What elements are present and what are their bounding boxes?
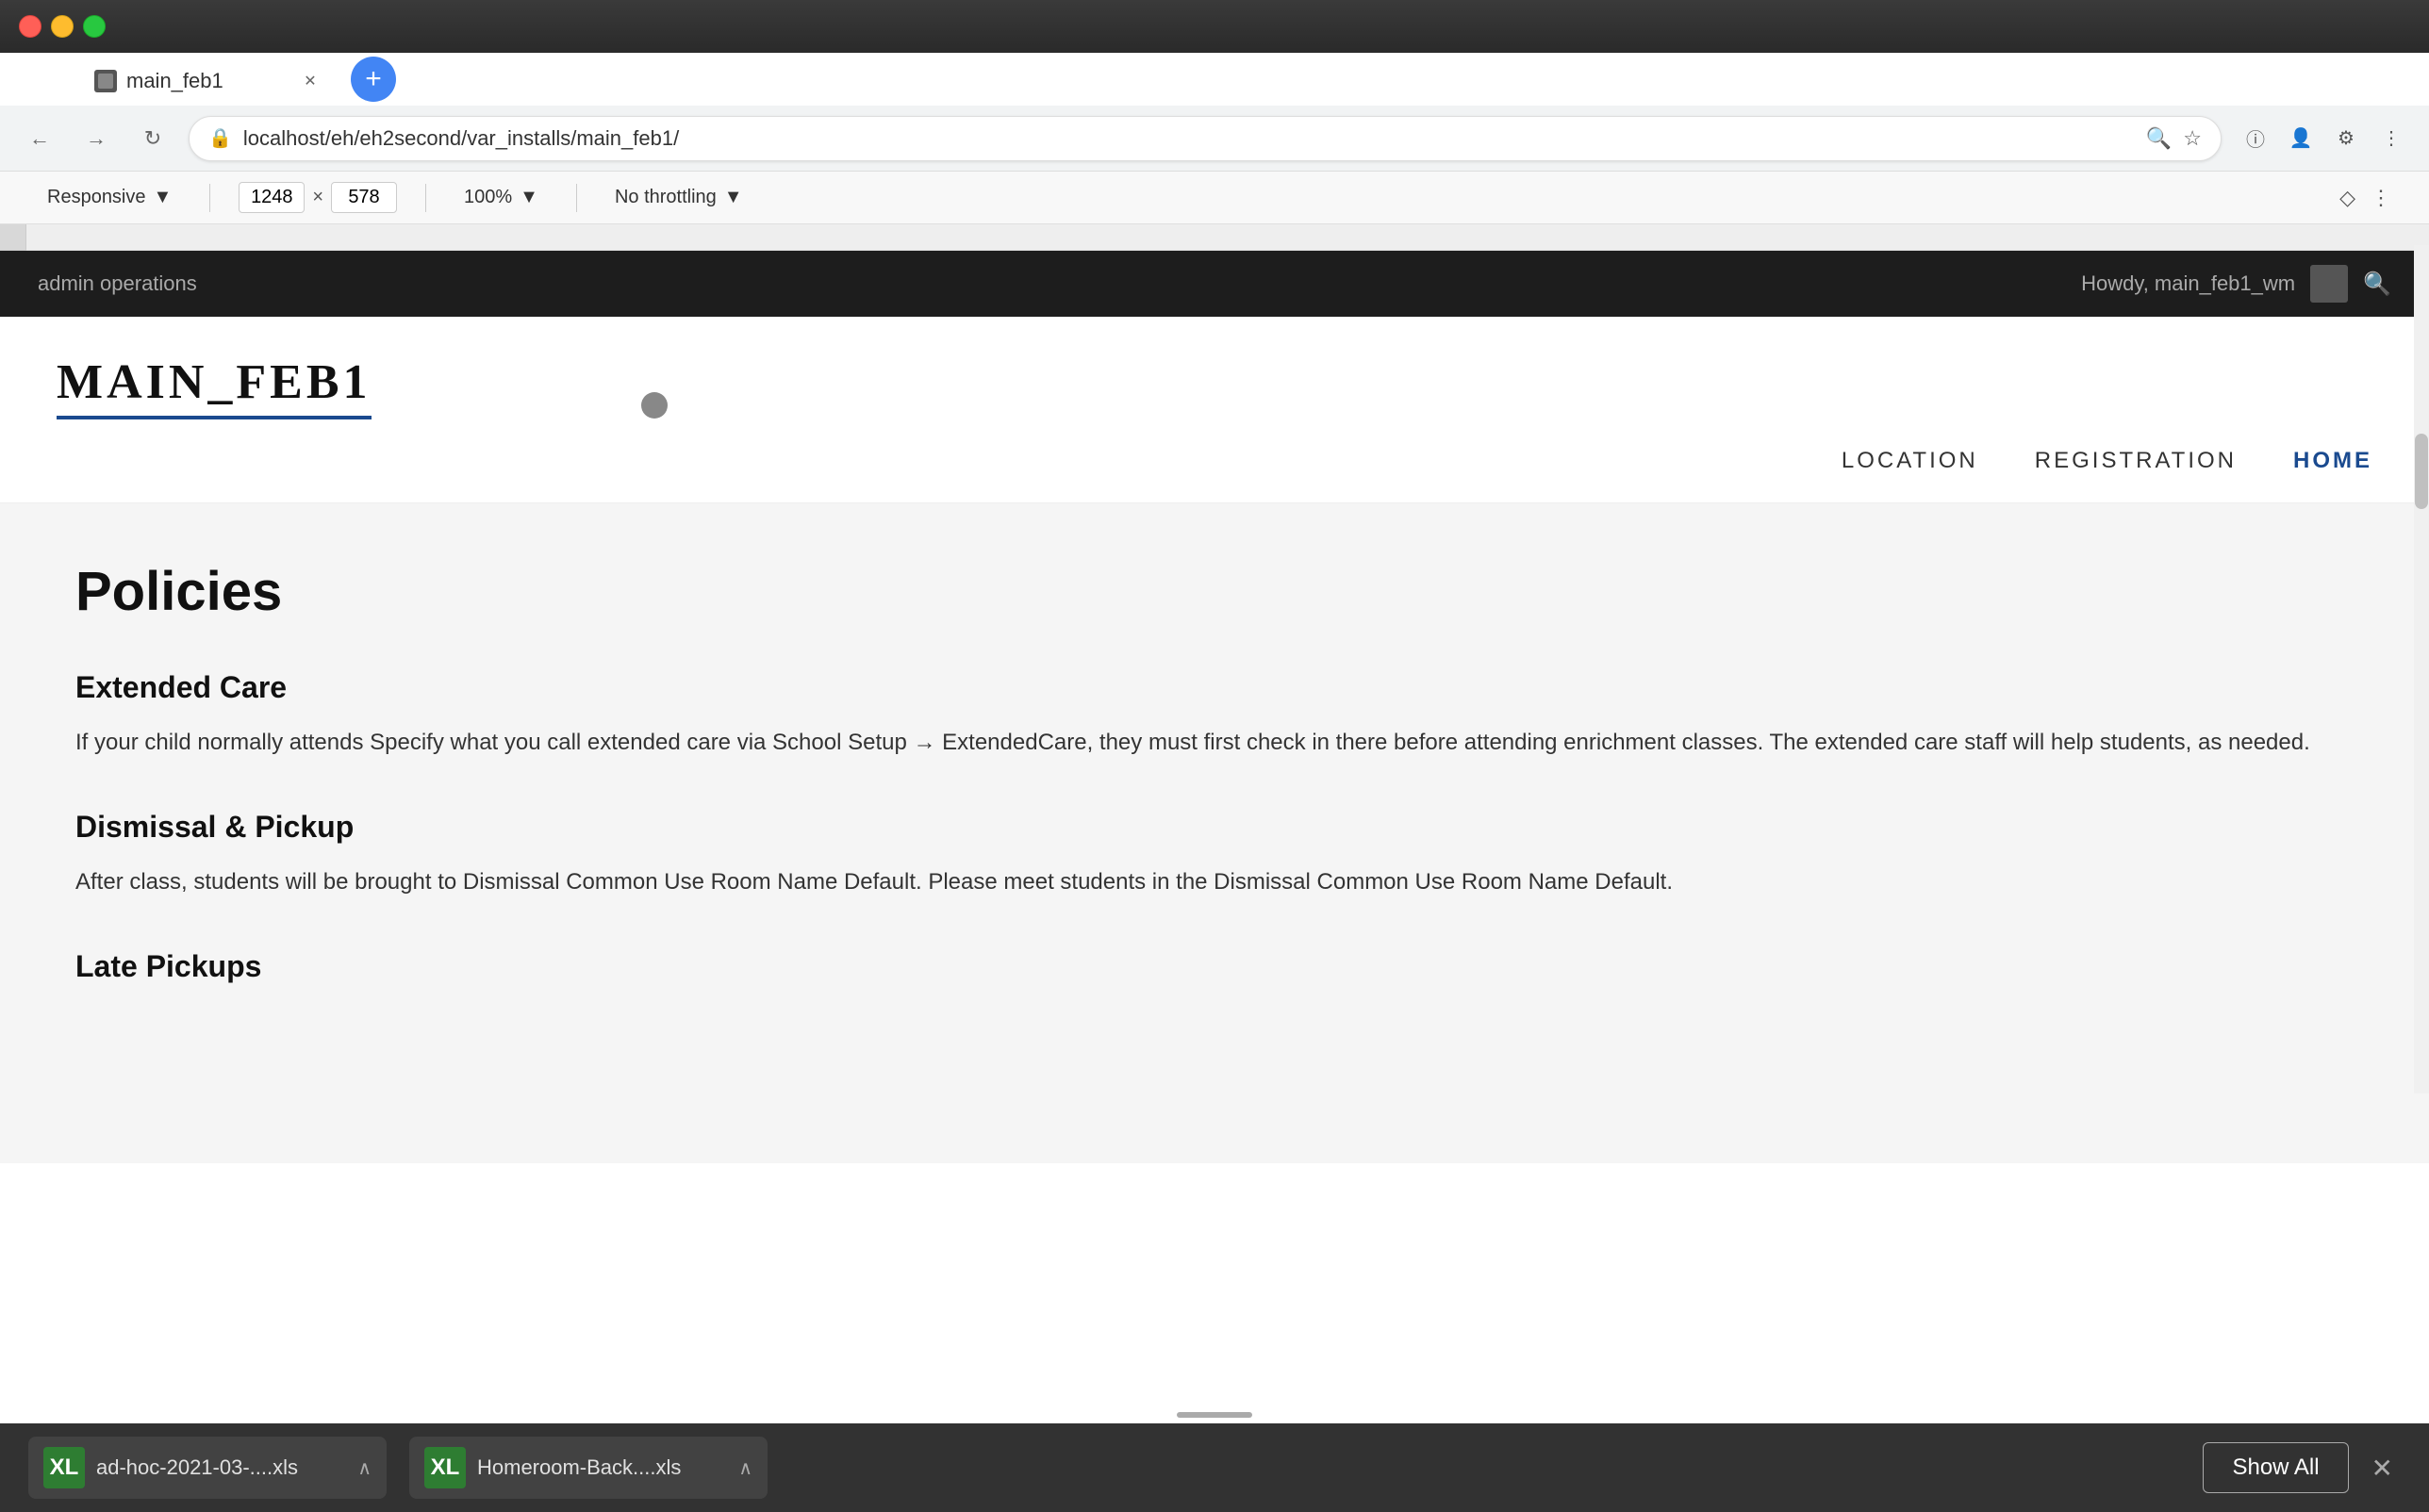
nav-home[interactable]: HOME <box>2293 448 2372 474</box>
zoom-dropdown-icon: ▼ <box>520 187 538 208</box>
download-icon-2: XL <box>424 1447 466 1488</box>
admin-bar: admin operations Howdy, main_feb1_wm 🔍 <box>0 251 2429 317</box>
zoom-label: 100% <box>464 187 512 208</box>
ruler-area <box>0 224 2429 251</box>
header-dot <box>641 392 668 419</box>
zoom-selector[interactable]: 100% ▼ <box>454 181 548 214</box>
browser-toolbar: ⓘ 👤 ⚙ ⋮ <box>2237 120 2410 157</box>
site-header: MAIN_FEB1 LOCATION REGISTRATION HOME <box>0 317 2429 503</box>
download-item-2[interactable]: XL Homeroom-Back....xls ∧ <box>409 1437 768 1499</box>
viewport-mode-selector[interactable]: Responsive ▼ <box>38 181 181 214</box>
download-icon-1: XL <box>43 1447 85 1488</box>
viewport-dropdown-icon: ▼ <box>154 187 173 208</box>
admin-avatar[interactable] <box>2310 265 2348 303</box>
close-downloads-button[interactable]: ✕ <box>2364 1445 2401 1491</box>
bottom-bar-right: Show All ✕ <box>2203 1442 2401 1493</box>
admin-bar-right: Howdy, main_feb1_wm 🔍 <box>2081 265 2391 303</box>
download-chevron-1[interactable]: ∧ <box>357 1456 372 1480</box>
download-chevron-2[interactable]: ∧ <box>738 1456 752 1480</box>
download-name-1: ad-hoc-2021-03-....xls <box>96 1455 346 1480</box>
tab-favicon <box>94 70 117 92</box>
extended-care-heading: Extended Care <box>75 670 2354 705</box>
admin-search-icon[interactable]: 🔍 <box>2363 271 2391 298</box>
address-bar[interactable]: 🔒 localhost/eh/eh2second/var_installs/ma… <box>189 116 2222 161</box>
resize-handle[interactable] <box>1177 1412 1252 1418</box>
site-nav: LOCATION REGISTRATION HOME <box>57 438 2372 484</box>
tab-bar: main_feb1 ✕ + <box>0 57 2429 106</box>
devtools-bar: Responsive ▼ × 100% ▼ No throttling ▼ ◇ … <box>0 172 2429 224</box>
horizontal-ruler <box>26 224 2429 250</box>
screenshot-icon[interactable]: ◇ <box>2339 186 2355 210</box>
throttling-dropdown-icon: ▼ <box>724 187 743 208</box>
devtools-right-actions: ◇ ⋮ <box>2339 186 2391 210</box>
traffic-lights <box>19 15 106 38</box>
scrollbar-thumb[interactable] <box>2415 434 2428 509</box>
search-icon: 🔍 <box>2146 126 2172 151</box>
late-pickups-heading: Late Pickups <box>75 949 2354 984</box>
profile-icon[interactable]: 👤 <box>2282 120 2320 157</box>
dismissal-pickup-heading: Dismissal & Pickup <box>75 810 2354 845</box>
admin-bar-title: admin operations <box>38 271 197 296</box>
site-logo[interactable]: MAIN_FEB1 <box>57 354 372 419</box>
close-button[interactable] <box>19 15 41 38</box>
title-bar <box>0 0 2429 53</box>
scrollbar-track <box>2414 245 2429 1093</box>
devtools-separator <box>209 184 210 212</box>
devtools-separator-2 <box>425 184 426 212</box>
viewport-mode-label: Responsive <box>47 187 146 208</box>
fullscreen-button[interactable] <box>83 15 106 38</box>
viewport-dimensions: × <box>239 182 397 213</box>
ruler-corner <box>0 224 26 251</box>
download-item-1[interactable]: XL ad-hoc-2021-03-....xls ∧ <box>28 1437 387 1499</box>
url-text: localhost/eh/eh2second/var_installs/main… <box>243 126 2135 151</box>
minimize-button[interactable] <box>51 15 74 38</box>
tab-close-button[interactable]: ✕ <box>300 71 321 91</box>
dismissal-pickup-text: After class, students will be brought to… <box>75 863 2354 902</box>
more-options-icon[interactable]: ⋮ <box>2371 186 2391 210</box>
settings-icon[interactable]: ⚙ <box>2327 120 2365 157</box>
refresh-button[interactable]: ↻ <box>132 118 174 159</box>
height-input[interactable] <box>331 182 397 213</box>
width-input[interactable] <box>239 182 305 213</box>
forward-button[interactable]: → <box>75 118 117 159</box>
extended-care-text: If your child normally attends Specify w… <box>75 724 2354 763</box>
new-tab-button[interactable]: + <box>351 57 396 102</box>
nav-registration[interactable]: REGISTRATION <box>2035 448 2237 474</box>
bookmark-icon: ☆ <box>2183 126 2202 151</box>
site-header-inner: MAIN_FEB1 <box>57 354 2372 438</box>
throttling-selector[interactable]: No throttling ▼ <box>605 181 752 214</box>
more-icon[interactable]: ⋮ <box>2372 120 2410 157</box>
lock-icon: 🔒 <box>208 126 232 150</box>
main-content: Policies Extended Care If your child nor… <box>0 503 2429 1163</box>
dimension-separator: × <box>312 187 323 208</box>
website-content: admin operations Howdy, main_feb1_wm 🔍 M… <box>0 251 2429 1163</box>
download-name-2: Homeroom-Back....xls <box>477 1455 727 1480</box>
active-tab[interactable]: main_feb1 ✕ <box>75 57 339 106</box>
bottom-bar: XL ad-hoc-2021-03-....xls ∧ XL Homeroom-… <box>0 1423 2429 1512</box>
nav-location[interactable]: LOCATION <box>1842 448 1978 474</box>
tab-title: main_feb1 <box>126 69 290 93</box>
admin-howdy: Howdy, main_feb1_wm <box>2081 271 2295 296</box>
extensions-icon[interactable]: ⓘ <box>2237 120 2274 157</box>
devtools-separator-3 <box>576 184 577 212</box>
address-bar-row: ← → ↻ 🔒 localhost/eh/eh2second/var_insta… <box>0 106 2429 172</box>
show-all-button[interactable]: Show All <box>2203 1442 2348 1493</box>
page-title: Policies <box>75 560 2354 623</box>
back-button[interactable]: ← <box>19 118 60 159</box>
throttling-label: No throttling <box>615 187 717 208</box>
